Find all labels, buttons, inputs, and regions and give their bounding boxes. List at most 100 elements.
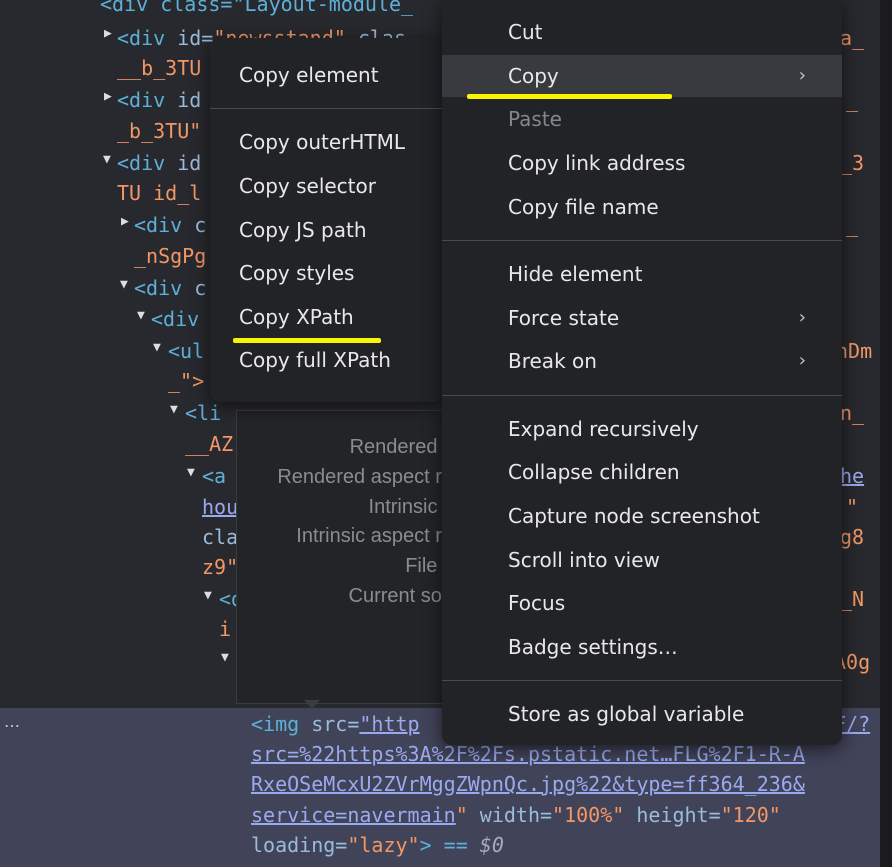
tooltip-label: Rendered aspect ra <box>277 466 453 488</box>
dom-fragment: a_ <box>840 26 865 50</box>
img-src-line[interactable]: RxeOSeMcxU2ZVrMggZWpnQc.jpg%22&type=ff36… <box>251 772 805 796</box>
menu-item-label: Copy JS path <box>239 218 367 242</box>
collapse-triangle-icon[interactable]: ▼ <box>120 277 128 292</box>
img-src-line[interactable]: src=%22https%3A%2F%2Fs.pstatic.net…FLG%2… <box>251 742 805 766</box>
menu-item-copy-file-name[interactable]: Copy file name <box>442 186 842 228</box>
dom-tag: > == <box>419 833 480 857</box>
menu-item-label: Paste <box>508 107 562 131</box>
menu-item-capture-node-screenshot[interactable]: Capture node screenshot <box>442 495 842 537</box>
dom-attr: c <box>182 276 207 300</box>
dom-tag: <div <box>134 276 183 300</box>
dom-line-cont: __b_3TU <box>117 56 202 80</box>
menu-item-label: Copy element <box>239 63 379 87</box>
menu-item-copy-link-address[interactable]: Copy link address <box>442 142 842 184</box>
dom-attr: loading= <box>251 833 348 857</box>
menu-item-copy[interactable]: Copy › <box>442 55 842 97</box>
highlight-underline-copy-xpath <box>233 338 381 343</box>
menu-item-label: Force state <box>508 306 620 330</box>
img-node-line[interactable]: <img src="http <box>251 712 420 736</box>
menu-item-copy-xpath[interactable]: Copy XPath <box>210 296 444 338</box>
dom-line[interactable]: <div id <box>117 151 201 175</box>
menu-item-hide-element[interactable]: Hide element <box>442 253 842 295</box>
dom-line[interactable]: <a <box>202 464 226 488</box>
menu-item-collapse-children[interactable]: Collapse children <box>442 451 842 493</box>
menu-item-label: Copy link address <box>508 151 686 175</box>
menu-item-label: Copy selector <box>239 174 376 198</box>
menu-item-copy-outerhtml[interactable]: Copy outerHTML <box>210 121 444 163</box>
dom-attr: id= <box>165 26 214 50</box>
menu-item-focus[interactable]: Focus <box>442 582 842 624</box>
dom-value: "lazy" <box>347 833 420 857</box>
dom-value: "120" <box>720 803 781 827</box>
menu-item-label: Copy file name <box>508 195 659 219</box>
menu-separator <box>442 680 842 681</box>
dom-line-cont: TU id_l <box>117 181 202 205</box>
dom-fragment: _ <box>846 88 859 112</box>
collapse-triangle-icon[interactable]: ▼ <box>187 465 195 480</box>
dom-var: $0 <box>479 833 504 857</box>
dom-value: " <box>455 803 468 827</box>
collapse-triangle-icon[interactable]: ▼ <box>153 340 161 355</box>
collapse-triangle-icon[interactable]: ▼ <box>221 650 229 665</box>
dom-fragment: " <box>846 495 859 519</box>
image-info-tooltip: Rendered s Rendered aspect ra Intrinsic … <box>236 410 468 704</box>
collapse-triangle-icon[interactable]: ▼ <box>170 402 178 417</box>
dom-line-cont: i <box>219 617 232 641</box>
collapse-triangle-icon[interactable]: ▼ <box>103 152 111 167</box>
menu-item-store-as-global-variable[interactable]: Store as global variable <box>442 693 842 735</box>
menu-item-label: Copy full XPath <box>239 348 391 372</box>
menu-item-paste: Paste <box>442 98 842 140</box>
dom-line-cont: _"> <box>168 369 205 393</box>
context-menu: Cut Copy › Paste Copy link address Copy f… <box>442 0 842 745</box>
dom-line[interactable]: <div c <box>134 213 206 237</box>
tooltip-arrow <box>304 700 320 709</box>
dom-line[interactable]: <div id <box>117 88 201 112</box>
dom-link[interactable]: "http <box>359 712 419 736</box>
menu-item-copy-js-path[interactable]: Copy JS path <box>210 209 444 251</box>
menu-item-label: Capture node screenshot <box>508 504 760 528</box>
expand-triangle-icon[interactable]: ▶ <box>104 26 112 41</box>
dom-attr: id <box>165 151 202 175</box>
menu-item-expand-recursively[interactable]: Expand recursively <box>442 408 842 450</box>
dom-line[interactable]: <div class="Layout-module_ <box>100 0 413 16</box>
menu-item-break-on[interactable]: Break on › <box>442 340 842 382</box>
menu-item-label: Expand recursively <box>508 417 699 441</box>
menu-item-label: Hide element <box>508 262 643 286</box>
menu-item-force-state[interactable]: Force state › <box>442 297 842 339</box>
dom-line-cont[interactable]: hou <box>202 495 238 519</box>
tooltip-label: Intrinsic aspect ra <box>296 525 453 547</box>
menu-item-label: Scroll into view <box>508 548 660 572</box>
collapse-triangle-icon[interactable]: ▼ <box>137 308 145 323</box>
dom-line[interactable]: <div <box>151 307 199 331</box>
dom-tag: <div <box>134 213 183 237</box>
img-node-line[interactable]: loading="lazy"> == $0 <box>251 833 504 857</box>
expand-triangle-icon[interactable]: ▶ <box>121 214 129 229</box>
menu-item-copy-styles[interactable]: Copy styles <box>210 252 444 294</box>
menu-item-badge-settings[interactable]: Badge settings… <box>442 626 842 668</box>
menu-item-label: Copy <box>508 64 559 88</box>
menu-item-label: Copy outerHTML <box>239 130 406 154</box>
menu-item-label: Copy XPath <box>239 305 354 329</box>
expand-triangle-icon[interactable]: ▶ <box>104 89 112 104</box>
menu-item-copy-full-xpath[interactable]: Copy full XPath <box>210 339 444 381</box>
menu-item-label: Store as global variable <box>508 702 745 726</box>
img-node-line[interactable]: service=navermain" width="100%" height="… <box>251 803 781 827</box>
dom-line[interactable]: <ul <box>168 339 204 363</box>
menu-separator <box>442 240 842 241</box>
menu-item-copy-selector[interactable]: Copy selector <box>210 165 444 207</box>
dom-tag: <div <box>117 151 166 175</box>
dom-line-cont: __AZ <box>185 432 234 456</box>
node-ellipsis[interactable]: … <box>4 712 20 731</box>
menu-item-cut[interactable]: Cut <box>442 11 842 53</box>
tooltip-label: Intrinsic s <box>368 496 453 518</box>
copy-submenu: Copy element Copy outerHTML Copy selecto… <box>210 38 444 402</box>
menu-item-copy-element[interactable]: Copy element <box>210 54 444 96</box>
dom-link[interactable]: service=navermain <box>251 803 456 827</box>
dom-line[interactable]: <li <box>185 401 221 425</box>
collapse-triangle-icon[interactable]: ▼ <box>204 588 212 603</box>
dom-line-cont: _b_3TU" <box>117 119 202 143</box>
dom-tag: <img <box>251 712 300 736</box>
dom-attr: width= <box>467 803 553 827</box>
menu-item-scroll-into-view[interactable]: Scroll into view <box>442 539 842 581</box>
dom-line[interactable]: <div c <box>134 276 206 300</box>
